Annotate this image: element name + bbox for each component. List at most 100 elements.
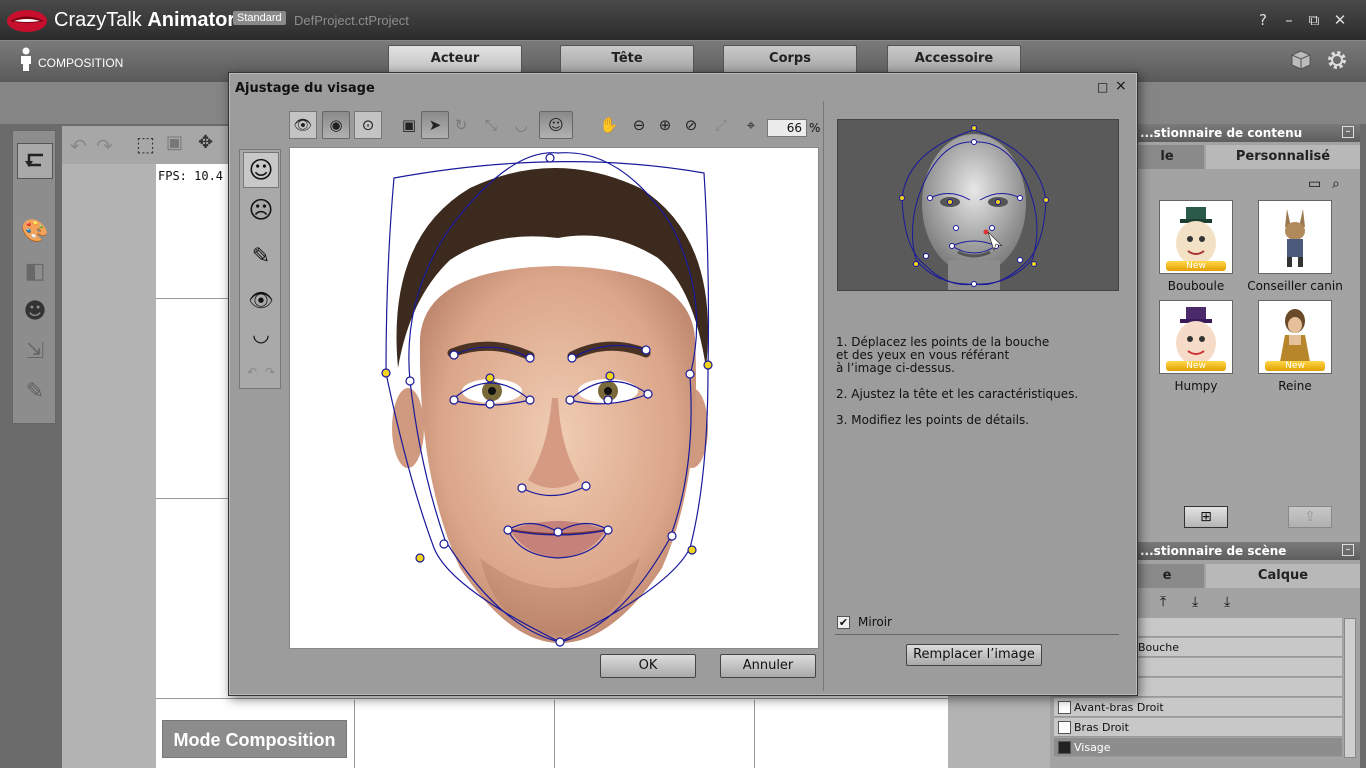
close-icon[interactable]: × — [1115, 79, 1127, 93]
close-button[interactable]: ✕ — [1331, 11, 1349, 29]
zoom-input[interactable]: 66 — [767, 119, 807, 137]
tab-corps[interactable]: Corps — [723, 45, 857, 73]
queen-character-icon — [1279, 309, 1311, 367]
search-icon[interactable]: ⌕ — [1332, 176, 1340, 192]
view-toolbar: ↶ ↷ ⬚ ▣ ✥ — [62, 126, 230, 164]
motion-button[interactable]: ⇲ — [17, 333, 53, 369]
layers-icon[interactable]: ▣ — [166, 132, 183, 153]
rotate-icon: ↻ — [454, 116, 468, 134]
face-profile-button[interactable]: ☹ — [243, 192, 279, 228]
fit-icon: ⤢ — [714, 116, 727, 134]
add-file-icon: ⊞ — [1200, 509, 1212, 525]
zoom-target-button[interactable]: ⌖ — [737, 111, 765, 139]
fps-readout: FPS: 10.4 — [158, 169, 224, 183]
move-down-icon[interactable]: ⤓ — [1192, 594, 1198, 610]
tab-accessoire[interactable]: Accessoire — [887, 45, 1021, 73]
face-preview-icon: ☺ — [548, 116, 564, 134]
eye-points-button[interactable]: ◉ — [322, 111, 350, 139]
side-undo-button[interactable]: ↶ — [243, 354, 261, 390]
gear-icon[interactable] — [1326, 49, 1348, 71]
side-redo-button[interactable]: ↷ — [261, 354, 279, 390]
mirror-option[interactable]: ✔ Miroir — [837, 615, 892, 629]
package-icon[interactable] — [1290, 49, 1312, 71]
content-item-label: Reine — [1278, 379, 1312, 393]
scale-button[interactable]: ⤡ — [477, 111, 505, 139]
scrollbar[interactable] — [1344, 618, 1356, 758]
face-icon: ☻ — [23, 298, 47, 324]
back-button[interactable] — [17, 143, 53, 179]
palette-icon: 🎨 — [21, 218, 49, 244]
minimize-button[interactable]: – — [1280, 11, 1298, 29]
pan-button[interactable]: ✋ — [595, 111, 623, 139]
ok-button[interactable]: OK — [600, 654, 696, 678]
replace-image-button[interactable]: Remplacer l’image — [906, 644, 1042, 666]
collapse-icon[interactable]: – — [1342, 126, 1354, 138]
scene-row[interactable]: Avant-bras Droit — [1054, 698, 1342, 717]
content-item-reine[interactable]: New — [1258, 300, 1332, 374]
face-brush-icon: ✎ — [25, 378, 45, 404]
move-bottom-icon[interactable]: ⤓ — [1224, 594, 1230, 610]
tab-tete[interactable]: Tête — [560, 45, 694, 73]
redo-icon[interactable]: ↷ — [96, 134, 113, 158]
zoom-out-button[interactable]: ⊖ — [625, 111, 653, 139]
lips-icon: ◡ — [514, 116, 528, 134]
eye-open-button[interactable]: 👁 — [289, 111, 317, 139]
zoom-in-button[interactable]: ⊕ — [651, 111, 679, 139]
tab-layer[interactable]: Calque — [1206, 564, 1360, 588]
maximize-icon[interactable]: □ — [1097, 81, 1109, 93]
face-front-button[interactable]: ☺ — [243, 152, 279, 188]
move-up-top-icon[interactable]: ⤒ — [1160, 594, 1166, 610]
reference-preview — [837, 119, 1119, 291]
side-tools: ☺ ☹ ✎ 👁 ◡ ↶ ↷ — [239, 149, 281, 389]
select-button[interactable]: ➤ — [421, 111, 449, 139]
scene-row-selected[interactable]: Visage — [1054, 738, 1342, 757]
scene-row[interactable]: Bras Droit — [1054, 718, 1342, 737]
eye-wide-button[interactable]: ⊙ — [354, 111, 382, 139]
content-item-bouboule[interactable]: New — [1159, 200, 1233, 274]
palette-button[interactable]: 🎨 — [17, 213, 53, 249]
move-icon[interactable]: ✥ — [198, 132, 213, 153]
zoom-out-icon: ⊖ — [632, 116, 646, 134]
frame-button[interactable]: ▣ — [395, 111, 423, 139]
face-edit-button[interactable]: ✎ — [17, 373, 53, 409]
edition-badge: Standard — [233, 11, 286, 25]
restore-button[interactable]: ⧉ — [1305, 11, 1323, 29]
cancel-button[interactable]: Annuler — [720, 654, 816, 678]
view-icon[interactable]: ▭ — [1308, 176, 1321, 192]
content-item-conseiller-canin[interactable] — [1258, 200, 1332, 274]
transform-button[interactable]: ◧ — [17, 253, 53, 289]
face-fitting-canvas[interactable] — [289, 147, 819, 649]
mirror-checkbox[interactable]: ✔ — [837, 615, 850, 629]
rotate-button[interactable]: ↻ — [447, 111, 475, 139]
face-preview-button[interactable]: ☺ — [539, 111, 573, 139]
collapse-icon[interactable]: – — [1342, 544, 1354, 556]
face-puppet-button[interactable]: ☻ — [17, 293, 53, 329]
add-content-button[interactable]: ⊞ — [1184, 506, 1228, 528]
face-mask-button[interactable]: ✎ — [243, 238, 279, 274]
mode-composition-button[interactable]: Mode Composition — [162, 720, 347, 758]
mirror-label: Miroir — [858, 615, 892, 629]
teeth-icon: ◡ — [252, 322, 270, 346]
content-item-humpy[interactable]: New — [1159, 300, 1233, 374]
person-icon — [21, 47, 31, 71]
help-button[interactable]: ? — [1254, 11, 1272, 29]
face-profile-icon: ☹ — [248, 196, 274, 224]
export-content-button[interactable]: ⇪ — [1288, 506, 1332, 528]
teeth-settings-button[interactable]: ◡ — [243, 316, 279, 352]
composition-mode-button[interactable]: COMPOSITION — [18, 47, 123, 74]
tab-acteur[interactable]: Acteur — [388, 45, 522, 73]
undo-icon[interactable]: ↶ — [70, 134, 87, 158]
zoom-target-icon: ⌖ — [746, 116, 756, 134]
fit-button[interactable]: ⤢ — [707, 111, 735, 139]
face-photo — [381, 152, 713, 647]
left-tool-rail: 🎨 ◧ ☻ ⇲ ✎ — [12, 130, 56, 424]
reset-zoom-button[interactable]: ⊘ — [677, 111, 705, 139]
eye-wide-icon: ⊙ — [361, 116, 375, 134]
eye-settings-button[interactable]: 👁 — [243, 282, 279, 318]
new-badge: New — [1166, 261, 1226, 271]
content-item-label: Bouboule — [1167, 279, 1225, 293]
instructions: 1. Déplacez les points de la bouche et d… — [836, 336, 1126, 440]
lips-button[interactable]: ◡ — [507, 111, 535, 139]
select-frame-icon[interactable]: ⬚ — [136, 132, 155, 156]
tab-custom[interactable]: Personnalisé — [1206, 145, 1360, 169]
